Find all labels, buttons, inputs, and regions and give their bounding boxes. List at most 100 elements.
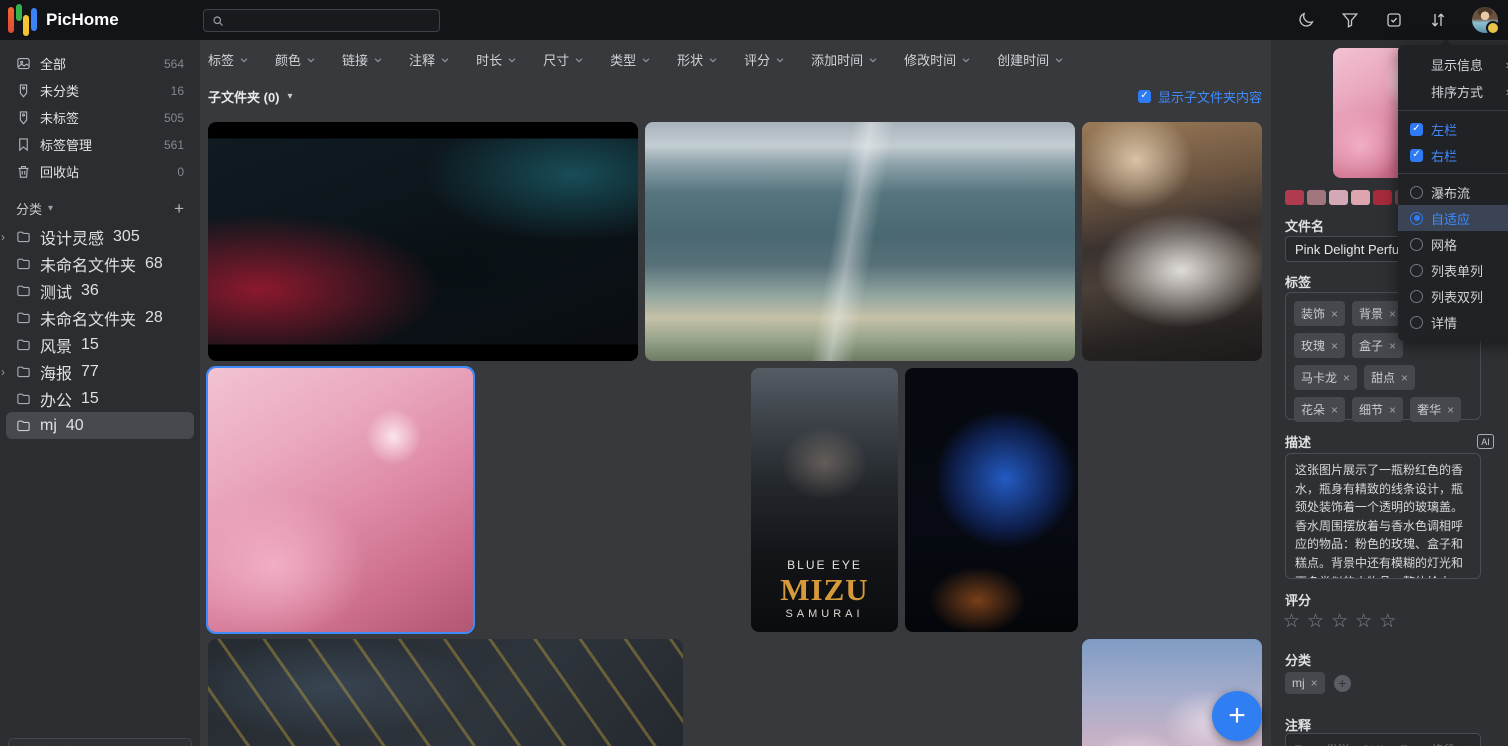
remove-tag-icon[interactable]: × (1401, 371, 1408, 385)
description-text[interactable]: 这张图片展示了一瓶粉红色的香水，瓶身有精致的线条设计，瓶颈处装饰着一个透明的玻璃… (1285, 453, 1481, 579)
tag-chip[interactable]: 细节× (1352, 397, 1403, 422)
filter-chip-link[interactable]: 链接 (342, 50, 383, 69)
palette-swatch[interactable] (1373, 190, 1392, 205)
filter-chip-duration[interactable]: 时长 (476, 50, 517, 69)
tag-chip[interactable]: 奢华× (1410, 397, 1461, 422)
chevron-right-icon[interactable]: › (1, 365, 5, 379)
image-card-coastline-aerial[interactable] (645, 122, 1075, 361)
image-card-red-berries[interactable] (903, 639, 1077, 746)
menu-layout-list-double[interactable]: 列表双列 (1398, 283, 1508, 309)
global-search-input[interactable] (230, 14, 431, 28)
remove-tag-icon[interactable]: × (1389, 307, 1396, 321)
tag-chip[interactable]: 盒子× (1352, 333, 1403, 358)
folder-item-landscape[interactable]: 风景 15 (6, 331, 194, 358)
remove-tag-icon[interactable]: × (1343, 371, 1350, 385)
chevron-down-icon[interactable]: ▾ (288, 91, 293, 102)
filter-chip-tags[interactable]: 标签 (208, 50, 249, 69)
add-category-icon[interactable]: + (1334, 675, 1351, 692)
star-icon[interactable]: ☆ (1355, 610, 1372, 633)
remove-tag-icon[interactable]: × (1331, 403, 1338, 417)
show-subfolders-checkbox[interactable]: ✓ 显示子文件夹内容 (1138, 87, 1262, 106)
remove-tag-icon[interactable]: × (1447, 403, 1454, 417)
menu-layout-grid[interactable]: 网格 (1398, 231, 1508, 257)
filter-chip-shape[interactable]: 形状 (677, 50, 718, 69)
sort-arrows-icon[interactable] (1428, 10, 1448, 30)
filter-chip-color[interactable]: 颜色 (275, 50, 316, 69)
filter-chip-annotation[interactable]: 注释 (409, 50, 450, 69)
multi-select-icon[interactable] (1384, 10, 1404, 30)
folder-item-test[interactable]: 测试 36 (6, 277, 194, 304)
user-avatar[interactable] (1472, 7, 1498, 33)
palette-swatch[interactable] (1351, 190, 1370, 205)
image-card-sports-car[interactable] (208, 122, 638, 361)
folder-item-design-inspiration[interactable]: › 设计灵感 305 (6, 223, 194, 250)
filter-chip-created-time[interactable]: 创建时间 (997, 50, 1064, 69)
filter-chip-modified-time[interactable]: 修改时间 (904, 50, 971, 69)
folder-item-unnamed-2[interactable]: 未命名文件夹 28 (6, 304, 194, 331)
image-card-watercolor-roses[interactable] (479, 368, 745, 632)
tag-chip[interactable]: 背景× (1352, 301, 1403, 326)
categories-label[interactable]: 分类 (16, 199, 42, 218)
image-card-pink-hair-woman[interactable] (1082, 368, 1262, 632)
palette-swatch[interactable] (1307, 190, 1326, 205)
category-search[interactable] (8, 738, 192, 746)
star-icon[interactable]: ☆ (1331, 610, 1348, 633)
palette-swatch[interactable] (1329, 190, 1348, 205)
remove-tag-icon[interactable]: × (1331, 339, 1338, 353)
filter-chip-added-time[interactable]: 添加时间 (811, 50, 878, 69)
menu-layout-detail[interactable]: 详情 (1398, 309, 1508, 335)
filter-funnel-icon[interactable] (1340, 10, 1360, 30)
chevron-down-icon[interactable]: ▾ (48, 203, 174, 214)
sidebar-item-all[interactable]: 全部 564 (0, 50, 200, 77)
comment-input-box[interactable] (1285, 733, 1481, 746)
dark-mode-moon-icon[interactable] (1296, 10, 1316, 30)
folder-item-office[interactable]: 办公 15 (6, 385, 194, 412)
image-card-blue-leopard[interactable] (905, 368, 1078, 632)
image-card-pink-perfume-selected[interactable] (208, 368, 473, 632)
global-search[interactable] (203, 9, 440, 32)
ai-generate-icon[interactable]: AI (1477, 434, 1494, 449)
sidebar-item-tag-management[interactable]: 标签管理 561 (0, 131, 200, 158)
remove-tag-icon[interactable]: × (1331, 307, 1338, 321)
trash-icon (16, 164, 31, 179)
image-card-two-girls-portrait[interactable] (1082, 122, 1262, 361)
menu-item-sort-mode[interactable]: 排序方式 › (1398, 78, 1508, 105)
remove-category-icon[interactable]: × (1311, 676, 1318, 690)
chevron-right-icon[interactable]: › (1, 230, 5, 244)
image-card-parking-aerial[interactable] (208, 639, 683, 746)
remove-tag-icon[interactable]: × (1389, 339, 1396, 353)
subfolder-toggle[interactable]: 子文件夹 (0) (208, 87, 280, 106)
star-icon[interactable]: ☆ (1379, 610, 1396, 633)
tag-chip[interactable]: 甜点× (1364, 365, 1415, 390)
menu-toggle-left-column[interactable]: ✓ 左栏 (1398, 116, 1508, 142)
palette-swatch[interactable] (1285, 190, 1304, 205)
tag-chip[interactable]: 玫瑰× (1294, 333, 1345, 358)
remove-tag-icon[interactable]: × (1389, 403, 1396, 417)
menu-layout-waterfall[interactable]: 瀑布流 (1398, 179, 1508, 205)
tag-chip[interactable]: 马卡龙× (1294, 365, 1357, 390)
filter-chip-type[interactable]: 类型 (610, 50, 651, 69)
filter-chip-rating[interactable]: 评分 (744, 50, 785, 69)
sidebar-item-uncategorized[interactable]: 未分类 16 (0, 77, 200, 104)
image-card-blonde-woman[interactable] (690, 639, 897, 746)
menu-toggle-right-column[interactable]: ✓ 右栏 (1398, 142, 1508, 168)
star-icon[interactable]: ☆ (1307, 610, 1324, 633)
folder-icon (16, 229, 31, 244)
star-icon[interactable]: ☆ (1283, 610, 1300, 633)
tag-chip[interactable]: 花朵× (1294, 397, 1345, 422)
poster-line1: BLUE EYE (751, 558, 898, 572)
folder-item-unnamed-1[interactable]: 未命名文件夹 68 (6, 250, 194, 277)
add-category-button[interactable]: + (174, 200, 184, 217)
add-image-fab[interactable]: + (1212, 691, 1262, 741)
folder-item-mj[interactable]: mj 40 (6, 412, 194, 439)
folder-item-poster[interactable]: › 海报 77 (6, 358, 194, 385)
filter-chip-size[interactable]: 尺寸 (543, 50, 584, 69)
sidebar-item-recycle-bin[interactable]: 回收站 0 (0, 158, 200, 185)
category-chip[interactable]: mj× (1285, 672, 1325, 694)
tag-chip[interactable]: 装饰× (1294, 301, 1345, 326)
sidebar-item-untagged[interactable]: 未标签 505 (0, 104, 200, 131)
image-card-samurai-poster[interactable]: BLUE EYE MIZU SAMURAI (751, 368, 898, 632)
menu-layout-adaptive-selected[interactable]: 自适应 (1398, 205, 1508, 231)
menu-layout-list-single[interactable]: 列表单列 (1398, 257, 1508, 283)
menu-item-display-info[interactable]: 显示信息 › (1398, 51, 1508, 78)
